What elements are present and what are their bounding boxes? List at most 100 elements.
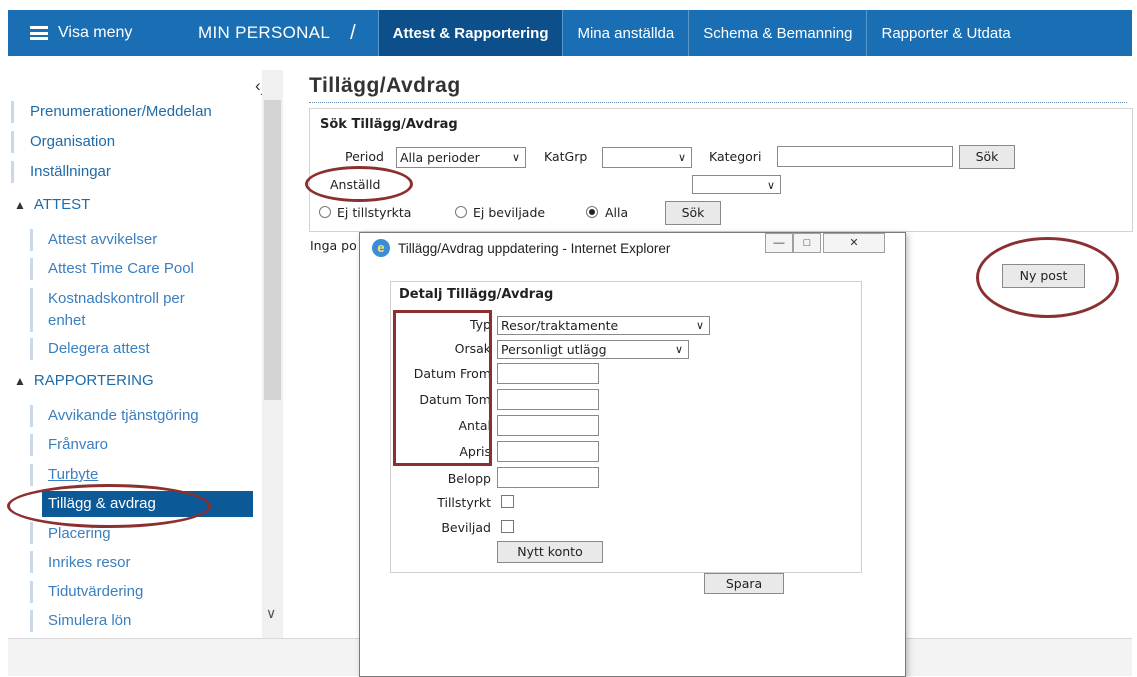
radio-ej-beviljade[interactable] xyxy=(455,206,467,218)
minimize-icon[interactable]: — xyxy=(765,233,793,253)
new-account-button[interactable]: Nytt konto xyxy=(497,541,603,563)
chevron-down-icon: ∨ xyxy=(766,179,775,192)
radio-label-ej-tillstyrkta: Ej tillstyrkta xyxy=(337,205,412,220)
tab-schema-bemanning[interactable]: Schema & Bemanning xyxy=(689,10,866,56)
sidebar-indent-line xyxy=(30,405,33,427)
hamburger-icon xyxy=(30,26,48,40)
sidebar-indent-line xyxy=(30,464,33,486)
katgrp-select[interactable]: ∨ xyxy=(602,147,692,168)
sidebar-indent-line xyxy=(30,338,33,360)
sidebar-item-franvaro[interactable]: Frånvaro xyxy=(48,436,108,453)
radio-label-ej-beviljade: Ej beviljade xyxy=(473,205,546,220)
tab-attest-rapportering[interactable]: Attest & Rapportering xyxy=(378,10,563,56)
maximize-icon[interactable]: □ xyxy=(793,233,821,253)
sidebar-item-kostnadskontroll[interactable]: Kostnadskontroll per xyxy=(48,290,185,307)
typ-select-value: Resor/traktamente xyxy=(501,318,619,333)
sidebar-indent-line xyxy=(11,131,14,153)
sidebar-indent-line xyxy=(30,229,33,251)
chevron-up-icon: ▲ xyxy=(14,373,26,388)
beviljad-label: Beviljad xyxy=(441,520,491,535)
show-menu-button[interactable]: Visa meny xyxy=(8,24,178,42)
chevron-down-icon[interactable]: ∨ xyxy=(266,605,276,622)
title-divider xyxy=(309,102,1127,103)
sidebar-indent-line xyxy=(30,522,33,544)
chevron-down-icon: ∨ xyxy=(674,343,683,356)
sidebar-indent-line xyxy=(30,610,33,632)
chevron-down-icon: ∨ xyxy=(695,319,704,332)
period-select[interactable]: Alla perioder ∨ xyxy=(396,147,526,168)
detail-panel: Detalj Tillägg/Avdrag Typ Resor/traktame… xyxy=(390,281,862,573)
tillstyrkt-checkbox[interactable] xyxy=(501,495,514,508)
orsak-select-value: Personligt utlägg xyxy=(501,342,607,357)
breadcrumb-separator: / xyxy=(350,21,356,44)
chevron-down-icon: ∨ xyxy=(511,151,520,164)
sidebar-indent-line xyxy=(30,258,33,280)
search-button[interactable]: Sök xyxy=(959,145,1015,169)
search-button-2[interactable]: Sök xyxy=(665,201,721,225)
save-button[interactable]: Spara xyxy=(704,573,784,594)
sidebar-item-kostnadskontroll-cont[interactable]: enhet xyxy=(48,312,86,329)
sidebar-item-turbyte[interactable]: Turbyte xyxy=(48,466,98,483)
anstalld-select[interactable]: ∨ xyxy=(692,175,781,194)
belopp-label: Belopp xyxy=(447,471,491,486)
search-panel-title: Sök Tillägg/Avdrag xyxy=(320,117,458,132)
sidebar-item-tidutvardering[interactable]: Tidutvärdering xyxy=(48,583,143,600)
sidebar-indent-line xyxy=(11,101,14,123)
main-navigation: Visa meny MIN PERSONAL / Attest & Rappor… xyxy=(8,10,1132,56)
detail-panel-title: Detalj Tillägg/Avdrag xyxy=(399,287,554,302)
page-title: Tillägg/Avdrag xyxy=(309,74,461,97)
section-label: RAPPORTERING xyxy=(33,372,154,389)
close-icon[interactable]: ✕ xyxy=(823,233,885,253)
antal-input[interactable] xyxy=(497,415,599,436)
radio-alla[interactable] xyxy=(586,206,598,218)
typ-select[interactable]: Resor/traktamente ∨ xyxy=(497,316,710,335)
sidebar-item-attest-avvikelser[interactable]: Attest avvikelser xyxy=(48,231,157,248)
popup-title-bar: e Tillägg/Avdrag uppdatering - Internet … xyxy=(360,233,905,263)
annotation-oval xyxy=(305,166,413,202)
no-posts-text: Inga po xyxy=(310,238,357,253)
orsak-select[interactable]: Personligt utlägg ∨ xyxy=(497,340,689,359)
popup-window-title: Tillägg/Avdrag uppdatering - Internet Ex… xyxy=(398,241,671,256)
annotation-oval xyxy=(7,484,211,528)
sidebar-item-organisation[interactable]: Organisation xyxy=(30,133,115,150)
belopp-input[interactable] xyxy=(497,467,599,488)
sidebar-item-prenumerationer[interactable]: Prenumerationer/Meddelan xyxy=(30,103,212,120)
search-panel: Sök Tillägg/Avdrag Period Alla perioder … xyxy=(309,108,1133,232)
sidebar: ‹‸ ∨ Prenumerationer/Meddelan Organisati… xyxy=(8,70,283,640)
chevron-up-icon: ▲ xyxy=(14,197,26,212)
sidebar-indent-line xyxy=(30,288,33,332)
sidebar-item-delegera-attest[interactable]: Delegera attest xyxy=(48,340,150,357)
sidebar-item-installningar[interactable]: Inställningar xyxy=(30,163,111,180)
sidebar-item-avvikande-tjanstgoring[interactable]: Avvikande tjänstgöring xyxy=(48,407,199,424)
annotation-rectangle xyxy=(393,310,492,466)
beviljad-checkbox[interactable] xyxy=(501,520,514,533)
sidebar-section-attest[interactable]: ▲ ATTEST xyxy=(14,196,90,213)
chevron-down-icon: ∨ xyxy=(677,151,686,164)
period-label: Period xyxy=(345,149,384,164)
annotation-oval xyxy=(976,237,1119,318)
radio-label-alla: Alla xyxy=(605,205,629,220)
kategori-label: Kategori xyxy=(709,149,762,164)
tab-rapporter-utdata[interactable]: Rapporter & Utdata xyxy=(867,10,1024,56)
sidebar-item-attest-time-care-pool[interactable]: Attest Time Care Pool xyxy=(48,260,194,277)
sidebar-item-inrikes-resor[interactable]: Inrikes resor xyxy=(48,554,131,571)
section-label: ATTEST xyxy=(33,196,91,213)
katgrp-label: KatGrp xyxy=(544,149,588,164)
scrollbar-thumb[interactable] xyxy=(264,100,281,400)
period-select-value: Alla perioder xyxy=(400,150,480,165)
datum-from-input[interactable] xyxy=(497,363,599,384)
sidebar-indent-line xyxy=(30,434,33,456)
kategori-input[interactable] xyxy=(777,146,953,167)
radio-ej-tillstyrkta[interactable] xyxy=(319,206,331,218)
show-menu-label: Visa meny xyxy=(58,24,133,41)
sidebar-section-rapportering[interactable]: ▲ RAPPORTERING xyxy=(14,372,154,389)
apris-input[interactable] xyxy=(497,441,599,462)
brand-link[interactable]: MIN PERSONAL xyxy=(198,23,330,43)
top-bar: Visa meny MIN PERSONAL / Attest & Rappor… xyxy=(0,0,1137,57)
tab-mina-anstallda[interactable]: Mina anställda xyxy=(563,10,688,56)
datum-tom-input[interactable] xyxy=(497,389,599,410)
sidebar-indent-line xyxy=(30,581,33,603)
sidebar-scrollbar[interactable]: ∨ xyxy=(262,70,283,640)
internet-explorer-icon: e xyxy=(372,239,390,257)
sidebar-item-simulera-lon[interactable]: Simulera lön xyxy=(48,612,131,629)
